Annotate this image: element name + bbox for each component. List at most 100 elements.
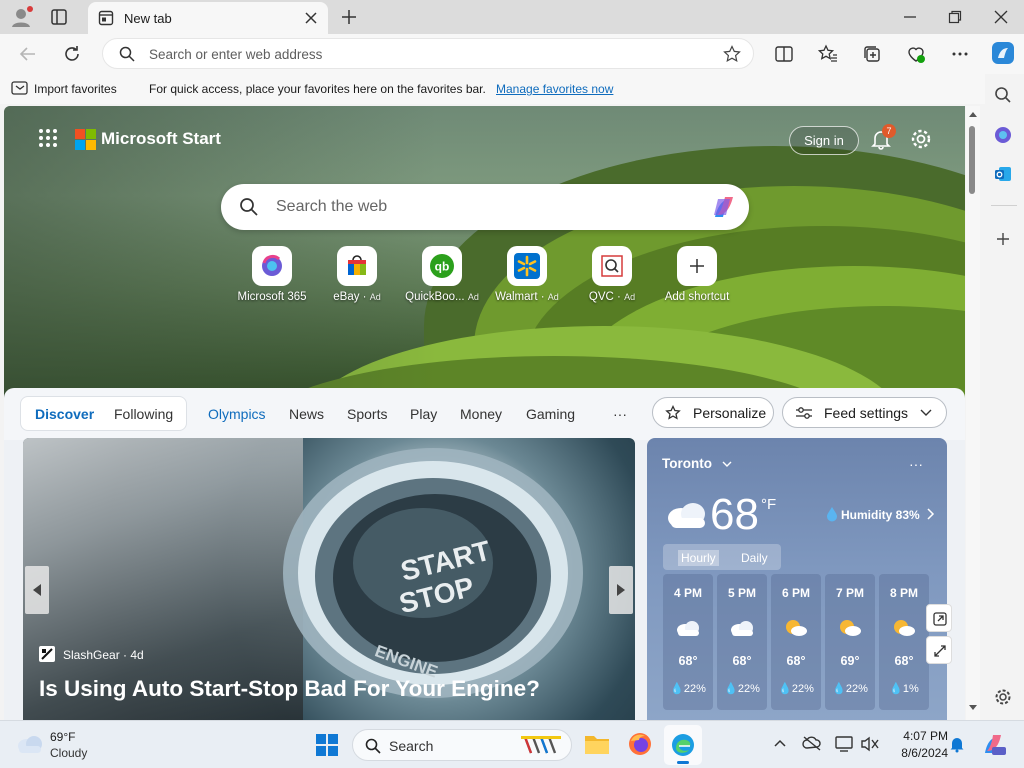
favorite-star-icon[interactable] [723,45,741,63]
next-story-button[interactable] [609,566,633,614]
taskbar-date[interactable]: 8/6/2024 [888,746,948,760]
address-bar[interactable]: Search or enter web address [102,38,754,69]
search-icon[interactable] [994,86,1012,104]
partly-sunny-icon [894,620,915,636]
import-favorites-button[interactable]: Import favorites [34,82,117,96]
outlook-icon[interactable] [994,165,1012,183]
scroll-down-icon[interactable] [968,704,978,712]
refresh-icon[interactable] [62,44,82,64]
split-screen-icon[interactable] [774,44,794,64]
scroll-up-icon[interactable] [968,110,978,118]
page-settings-icon[interactable] [910,128,932,150]
taskbar-weather-temp[interactable]: 69°F [50,730,75,744]
quickbooks-icon: qb [422,246,462,286]
add-shortcut-button[interactable]: Add shortcut [652,246,742,303]
forecast-time: 8 PM [889,586,918,600]
add-icon[interactable] [994,230,1012,248]
file-explorer-icon[interactable] [583,731,611,757]
minimize-icon[interactable] [902,9,918,25]
close-window-icon[interactable] [993,9,1009,25]
taskbar-search-box[interactable]: Search [352,729,572,761]
ad-label: Ad [624,292,636,302]
personalize-button[interactable]: Personalize [652,397,774,428]
web-search-box[interactable]: Search the web [221,184,749,230]
manage-favorites-link[interactable]: Manage favorites now [496,82,613,96]
tab-actions-icon[interactable] [50,8,68,26]
story-source[interactable]: SlashGear · 4d [63,648,144,662]
close-icon[interactable] [304,11,318,25]
shortcut-quickbooks[interactable]: qb QuickBoo... Ad [397,246,487,303]
expand-icon[interactable] [926,636,952,664]
sign-in-button[interactable]: Sign in [789,126,859,155]
back-icon[interactable] [18,44,38,64]
tab-olympics[interactable]: Olympics [208,406,266,422]
vertical-scrollbar[interactable] [966,106,980,720]
story-headline[interactable]: Is Using Auto Start-Stop Bad For Your En… [39,676,540,702]
tab-news[interactable]: News [289,406,324,422]
tab-gaming[interactable]: Gaming [526,406,575,422]
tab-sports[interactable]: Sports [347,406,387,422]
qvc-icon [592,246,632,286]
copilot-icon[interactable] [990,40,1016,66]
onedrive-paused-icon[interactable] [802,735,822,751]
taskbar-time[interactable]: 4:07 PM [888,729,948,743]
main-story-card[interactable]: START STOP ENGINE SlashGear · 4d Is Usin… [23,438,635,720]
copilot-icon[interactable] [994,126,1012,144]
search-icon [365,738,381,754]
favorites-icon[interactable] [818,44,838,64]
edge-taskbar-button[interactable] [664,725,702,765]
scrollbar-thumb[interactable] [969,126,975,194]
shortcut-walmart[interactable]: Walmart · Ad [482,246,572,303]
copilot-icon[interactable] [709,193,739,221]
svg-text:qb: qb [435,260,450,274]
firefox-icon[interactable] [627,731,653,757]
collections-icon[interactable] [862,44,882,64]
profile-icon[interactable] [8,5,34,29]
shortcut-microsoft-365[interactable]: Microsoft 365 [227,246,317,303]
apps-grid-icon[interactable] [38,128,58,148]
taskbar-weather-condition[interactable]: Cloudy [50,746,87,760]
hourly-forecast-item: 7 PM 69° 💧22% [825,574,875,710]
hourly-forecast-item: 5 PM 68° 💧22% [717,574,767,710]
feed-settings-button[interactable]: Feed settings [782,397,947,428]
chevron-right-icon[interactable] [925,508,935,520]
shortcut-ebay[interactable]: eBay · Ad [312,246,402,303]
new-tab-button[interactable] [340,8,358,26]
hero-background: Microsoft Start Sign in 7 Search the web… [4,106,965,406]
forecast-precip: 1% [902,683,919,695]
tab-money[interactable]: Money [460,406,502,422]
copilot-pre-icon[interactable] [980,731,1006,757]
forecast-temp: 68° [732,654,752,668]
network-volume-icon[interactable] [860,735,880,753]
brand-title[interactable]: Microsoft Start [101,129,221,149]
tab-new-tab[interactable]: New tab [88,2,328,34]
settings-icon[interactable] [994,688,1012,706]
weather-card[interactable]: Toronto ··· 68 °F Humidity 83% Hourly Da… [647,438,947,720]
weather-city[interactable]: Toronto [662,456,712,471]
tab-play[interactable]: Play [410,406,437,422]
weather-more-icon[interactable]: ··· [909,456,923,472]
cloudy-weather-icon[interactable] [16,733,44,755]
shortcut-label: eBay [333,291,360,303]
more-categories-button[interactable]: ··· [613,406,627,422]
notification-bell-icon[interactable] [949,735,965,753]
previous-story-button[interactable] [25,566,49,614]
pop-out-icon[interactable] [926,604,952,632]
windows-start-icon[interactable] [316,734,338,756]
taskbar: 69°F Cloudy Search 4:07 PM 8/6/2024 [0,720,1024,768]
more-menu-icon[interactable] [950,44,970,64]
import-favorites-icon[interactable] [11,80,29,96]
chevron-down-icon[interactable] [721,459,733,469]
walmart-icon [507,246,547,286]
chevron-up-icon[interactable] [773,738,787,748]
tab-daily[interactable]: Daily [741,551,768,565]
tab-discover[interactable]: Discover [35,406,94,422]
display-icon[interactable] [834,735,854,753]
ad-label: Ad [547,292,559,302]
browser-essentials-icon[interactable] [906,44,926,64]
restore-icon[interactable] [947,9,963,25]
shortcut-qvc[interactable]: QVC · Ad [567,246,657,303]
tab-following[interactable]: Following [114,406,173,422]
tab-hourly[interactable]: Hourly [678,550,719,566]
feed-navigation: Discover Following Olympics News Sports … [4,388,965,440]
